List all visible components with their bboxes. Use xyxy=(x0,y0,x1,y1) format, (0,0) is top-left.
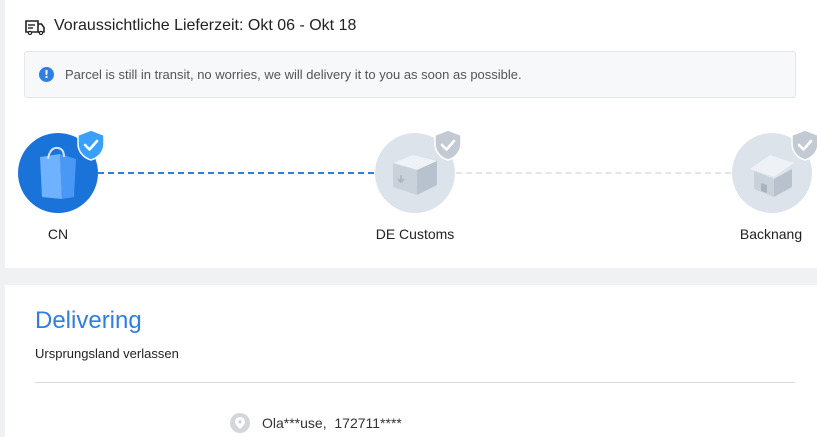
tracking-node-label-customs: DE Customs xyxy=(375,226,455,242)
eta-text: Voraussichtliche Lieferzeit: Okt 06 - Ok… xyxy=(54,17,357,34)
progress-line-pending xyxy=(456,172,731,174)
location-pin-icon xyxy=(230,413,250,433)
notice-message: Parcel is still in transit, no worries, … xyxy=(65,67,522,82)
delivery-eta: Voraussichtliche Lieferzeit: Okt 06 - Ok… xyxy=(25,15,356,37)
info-icon: ! xyxy=(39,67,54,82)
tracking-node-cn[interactable] xyxy=(18,129,105,213)
transit-notice: ! Parcel is still in transit, no worries… xyxy=(24,51,796,98)
tracking-node-label-cn: CN xyxy=(47,226,69,242)
verified-shield-icon xyxy=(77,129,105,161)
recipient-address: Ola***use, 172711**** xyxy=(230,413,402,433)
tracking-node-customs[interactable] xyxy=(375,129,462,213)
address-text: Ola***use, 172711**** xyxy=(262,415,402,431)
pending-shield-icon xyxy=(434,129,462,161)
tracking-progress: CN DE Customs Backnang xyxy=(0,120,817,250)
tracking-node-backnang[interactable] xyxy=(732,129,817,213)
tracking-node-label-backnang: Backnang xyxy=(739,226,803,242)
progress-line-completed xyxy=(98,172,374,174)
delivery-truck-icon xyxy=(25,17,45,36)
status-title: Delivering xyxy=(35,307,142,334)
pending-shield-icon xyxy=(791,129,817,161)
status-subtitle: Ursprungsland verlassen xyxy=(35,346,179,361)
divider xyxy=(35,382,795,383)
